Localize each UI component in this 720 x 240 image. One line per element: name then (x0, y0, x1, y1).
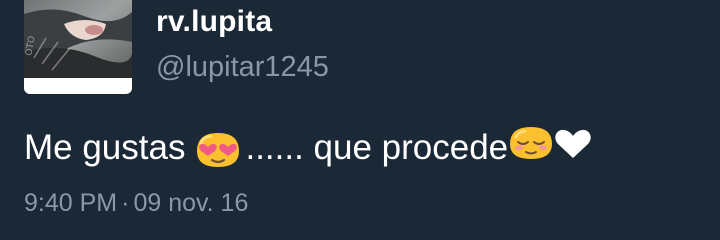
tweet-date: 09 nov. 16 (133, 189, 249, 217)
blush-emoji (506, 117, 556, 167)
heart-eyes-emoji (193, 123, 243, 173)
meta-separator: · (121, 189, 130, 217)
tweet-text-part-2: ...... que procede (245, 128, 509, 167)
tweet-text: Me gustas ...... que procede (24, 122, 592, 174)
tweet-time: 9:40 PM (24, 189, 118, 217)
user-handle[interactable]: @lupitar1245 (156, 48, 329, 86)
white-heart-emoji (554, 128, 592, 160)
tweet-text-part-1: Me gustas (24, 128, 186, 167)
avatar-photo: OTO (24, 0, 132, 78)
tweet-card: OTO rv.lupita @lupitar1245 Me gustas ...… (0, 0, 720, 240)
tweet-timestamp[interactable]: 9:40 PM · 09 nov. 16 (24, 186, 248, 220)
display-name[interactable]: rv.lupita (156, 2, 272, 42)
avatar[interactable]: OTO (24, 0, 132, 94)
